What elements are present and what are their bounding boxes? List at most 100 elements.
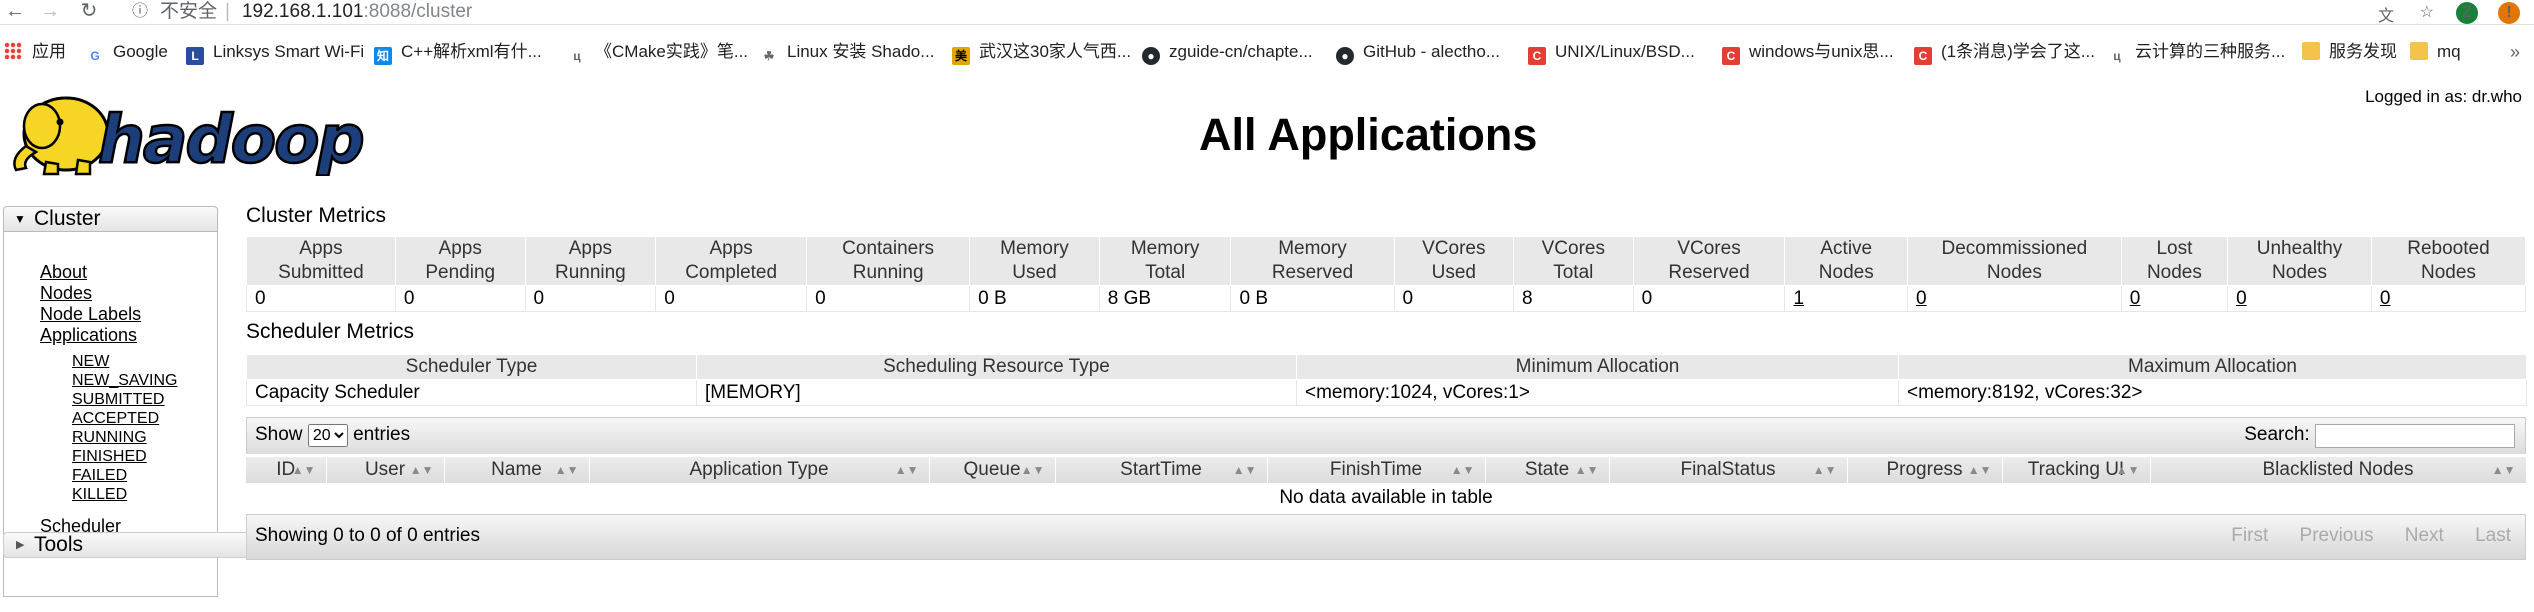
cell-rebooted-nodes: 0 bbox=[2371, 285, 2527, 312]
cell-active-nodes: 1 bbox=[1784, 285, 1909, 312]
col-decommissioned-nodes: Decommissioned Nodes bbox=[1907, 236, 2122, 286]
csdn-icon: C bbox=[1528, 47, 1546, 65]
github-icon: ● bbox=[1142, 47, 1160, 65]
app-state-accepted[interactable]: ACCEPTED bbox=[72, 409, 159, 428]
app-state-running[interactable]: RUNNING bbox=[72, 428, 147, 447]
col-apps-pending: Apps Pending bbox=[394, 236, 526, 286]
sort-icon: ▲▼ bbox=[1812, 463, 1837, 477]
csdn-icon: C bbox=[1914, 47, 1932, 65]
cluster-metrics-header-row: Apps Submitted Apps Pending Apps Running Ap… bbox=[246, 236, 2527, 286]
pager-previous[interactable]: Previous bbox=[2300, 525, 2374, 546]
bookmark-google[interactable]: G Google bbox=[86, 38, 168, 66]
app-state-submitted[interactable]: SUBMITTED bbox=[72, 390, 164, 409]
bookmark-label: GitHub - alectho... bbox=[1363, 42, 1501, 61]
bookmark-label: windows与unix思... bbox=[1749, 42, 1894, 61]
app-state-failed[interactable]: FAILED bbox=[72, 466, 127, 485]
search-control: Search: bbox=[2244, 424, 2515, 448]
bookmark-wuhan[interactable]: 美武汉这30家人气西... bbox=[952, 38, 1131, 66]
bookmark-zguide[interactable]: ● zguide-cn/chapte... bbox=[1142, 38, 1313, 66]
bookmark-apps[interactable]: 应用 bbox=[4, 38, 66, 66]
col-memory-total: Memory Total bbox=[1098, 236, 1232, 286]
triangle-right-icon: ▶ bbox=[16, 539, 25, 551]
bookmark-shadowsocks[interactable]: ☘ Linux 安装 Shado... bbox=[760, 38, 934, 66]
col-tracking-ui[interactable]: Tracking UI ▲▼ bbox=[2002, 457, 2151, 483]
update-notice-icon[interactable]: ! bbox=[2498, 2, 2520, 24]
bookmark-folder-service[interactable]: 服务发现 bbox=[2302, 38, 2397, 66]
value-maximum-allocation: <memory:8192, vCores:32> bbox=[1898, 379, 2527, 406]
col-minimum-allocation: Minimum Allocation bbox=[1296, 354, 1899, 380]
value-apps-running: 0 bbox=[525, 285, 657, 312]
app-state-finished[interactable]: FINISHED bbox=[72, 447, 147, 466]
col-apps-submitted: Apps Submitted bbox=[246, 236, 396, 286]
more-bookmarks-icon[interactable]: » bbox=[2510, 38, 2520, 66]
forward-arrow-icon[interactable]: → bbox=[35, 0, 65, 24]
bookmark-unix-linux[interactable]: C UNIX/Linux/BSD... bbox=[1528, 38, 1695, 66]
bookmark-cloud[interactable]: ц 云计算的三种服务... bbox=[2108, 38, 2285, 66]
apps-header-row: ID ▲▼ User ▲▼ Name ▲▼ Application Type ▲▼ Qu… bbox=[246, 457, 2527, 483]
folder-icon bbox=[2410, 42, 2428, 60]
address-bar[interactable]: ⓘ 不安全 | 192.168.1.101:8088/cluster bbox=[120, 0, 472, 24]
col-user[interactable]: User ▲▼ bbox=[326, 457, 445, 483]
bookmark-page-icon: ☘ bbox=[760, 47, 778, 65]
bookmark-windows-unix[interactable]: Cwindows与unix思... bbox=[1722, 38, 1894, 66]
app-state-new[interactable]: NEW bbox=[72, 352, 109, 371]
value-memory-used: 0 B bbox=[969, 285, 1100, 312]
sort-icon: ▲▼ bbox=[1574, 463, 1599, 477]
bookmark-github-alectho[interactable]: ● GitHub - alectho... bbox=[1336, 38, 1500, 66]
back-arrow-icon[interactable]: ← bbox=[0, 0, 30, 24]
unhealthy-nodes-link[interactable]: 0 bbox=[2236, 288, 2247, 309]
col-progress[interactable]: Progress ▲▼ bbox=[1847, 457, 2003, 483]
cell-lost-nodes: 0 bbox=[2121, 285, 2229, 312]
col-finishtime[interactable]: FinishTime ▲▼ bbox=[1267, 457, 1486, 483]
cluster-label: Cluster bbox=[34, 207, 101, 230]
app-state-killed[interactable]: KILLED bbox=[72, 485, 127, 504]
col-id[interactable]: ID ▲▼ bbox=[246, 457, 327, 483]
bookmark-linksys[interactable]: L Linksys Smart Wi-Fi bbox=[186, 38, 364, 66]
sort-icon: ▲▼ bbox=[1967, 463, 1992, 477]
active-nodes-link[interactable]: 1 bbox=[1793, 288, 1804, 309]
bookmark-cpp-xml[interactable]: 知 C++解析xml有什... bbox=[374, 38, 542, 66]
sidebar-link-node-labels[interactable]: Node Labels bbox=[40, 304, 141, 324]
url-path: :8088/cluster bbox=[363, 1, 473, 22]
sidebar-link-nodes[interactable]: Nodes bbox=[40, 283, 92, 303]
triangle-down-icon: ▼ bbox=[14, 212, 26, 226]
col-finalstatus[interactable]: FinalStatus ▲▼ bbox=[1609, 457, 1848, 483]
value-vcores-reserved: 0 bbox=[1633, 285, 1786, 312]
lost-nodes-link[interactable]: 0 bbox=[2130, 288, 2141, 309]
sort-icon: ▲▼ bbox=[1450, 463, 1475, 477]
col-blacklisted-nodes[interactable]: Blacklisted Nodes ▲▼ bbox=[2150, 457, 2527, 483]
page-length-select[interactable]: 20 bbox=[307, 424, 348, 447]
search-input[interactable] bbox=[2315, 424, 2515, 448]
bookmark-csdn-message[interactable]: C (1条消息)学会了这... bbox=[1914, 38, 2095, 66]
col-queue[interactable]: Queue ▲▼ bbox=[929, 457, 1056, 483]
info-icon[interactable]: ⓘ bbox=[132, 0, 148, 24]
rebooted-nodes-link[interactable]: 0 bbox=[2380, 288, 2391, 309]
hadoop-logo[interactable]: hadoop bbox=[6, 88, 378, 176]
translate-icon[interactable]: 文 bbox=[2378, 2, 2394, 26]
sidebar-link-applications[interactable]: Applications bbox=[40, 325, 137, 345]
tools-accordion-header[interactable]: ▶ Tools bbox=[3, 532, 250, 558]
pager-first[interactable]: First bbox=[2231, 525, 2268, 546]
apps-grid-icon bbox=[4, 42, 22, 60]
scheduler-metrics-values-row: Capacity Scheduler [MEMORY] <memory:1024… bbox=[246, 379, 2527, 406]
bookmark-label: 服务发现 bbox=[2329, 42, 2397, 61]
sidebar-link-about[interactable]: About bbox=[40, 262, 87, 282]
bookmark-folder-mq[interactable]: mq bbox=[2410, 38, 2461, 66]
app-state-new-saving[interactable]: NEW_SAVING bbox=[72, 371, 178, 390]
col-scheduling-resource-type: Scheduling Resource Type bbox=[696, 354, 1297, 380]
pager-next[interactable]: Next bbox=[2405, 525, 2444, 546]
value-apps-pending: 0 bbox=[395, 285, 526, 312]
col-state[interactable]: State ▲▼ bbox=[1485, 457, 1610, 483]
star-icon[interactable]: ☆ bbox=[2420, 2, 2434, 22]
col-application-type[interactable]: Application Type ▲▼ bbox=[589, 457, 930, 483]
value-minimum-allocation: <memory:1024, vCores:1> bbox=[1296, 379, 1899, 406]
profile-avatar[interactable]: Z bbox=[2456, 2, 2478, 24]
bookmark-cmake[interactable]: ц 《CMake实践》笔... bbox=[568, 38, 748, 66]
col-starttime[interactable]: StartTime ▲▼ bbox=[1055, 457, 1268, 483]
pager-last[interactable]: Last bbox=[2475, 525, 2511, 546]
elephant-icon bbox=[13, 96, 110, 176]
reload-icon[interactable]: ↻ bbox=[74, 0, 104, 24]
cluster-accordion-header[interactable]: ▼ Cluster bbox=[3, 206, 218, 232]
col-name[interactable]: Name ▲▼ bbox=[444, 457, 590, 483]
decommissioned-nodes-link[interactable]: 0 bbox=[1916, 288, 1927, 309]
